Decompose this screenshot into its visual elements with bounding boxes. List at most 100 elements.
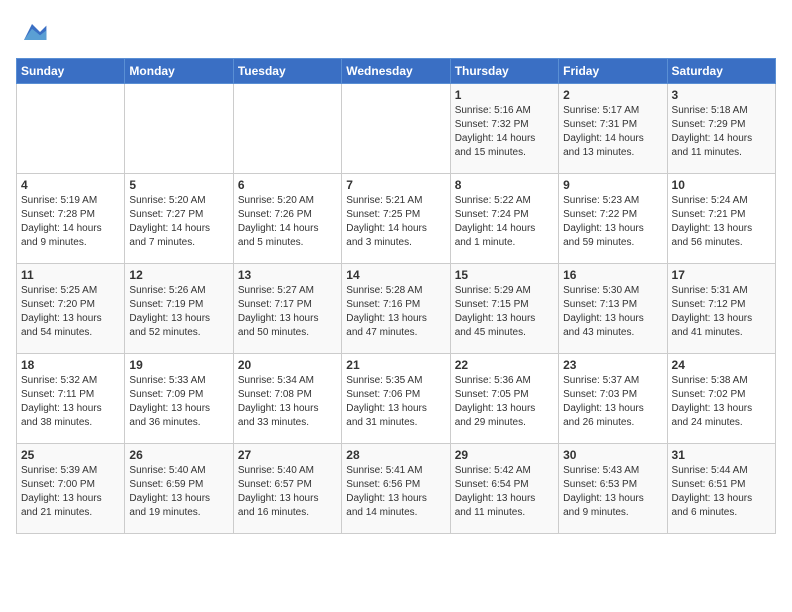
calendar-header: SundayMondayTuesdayWednesdayThursdayFrid… bbox=[17, 59, 776, 84]
day-info: Sunrise: 5:19 AM Sunset: 7:28 PM Dayligh… bbox=[21, 194, 120, 250]
day-cell: 30 Sunrise: 5:43 AM Sunset: 6:53 PM Dayli… bbox=[559, 444, 667, 534]
day-cell bbox=[342, 84, 450, 174]
day-info: Sunrise: 5:30 AM Sunset: 7:13 PM Dayligh… bbox=[563, 284, 662, 340]
day-cell: 1 Sunrise: 5:16 AM Sunset: 7:32 PM Daylig… bbox=[450, 84, 558, 174]
day-cell: 4 Sunrise: 5:19 AM Sunset: 7:28 PM Daylig… bbox=[17, 174, 125, 264]
header-day-saturday: Saturday bbox=[667, 59, 775, 84]
day-cell: 17 Sunrise: 5:31 AM Sunset: 7:12 PM Dayli… bbox=[667, 264, 775, 354]
day-cell: 23 Sunrise: 5:37 AM Sunset: 7:03 PM Dayli… bbox=[559, 354, 667, 444]
day-number: 30 bbox=[563, 448, 662, 462]
day-info: Sunrise: 5:34 AM Sunset: 7:08 PM Dayligh… bbox=[238, 374, 337, 430]
day-info: Sunrise: 5:29 AM Sunset: 7:15 PM Dayligh… bbox=[455, 284, 554, 340]
day-cell: 27 Sunrise: 5:40 AM Sunset: 6:57 PM Dayli… bbox=[233, 444, 341, 534]
day-info: Sunrise: 5:37 AM Sunset: 7:03 PM Dayligh… bbox=[563, 374, 662, 430]
week-row-3: 11 Sunrise: 5:25 AM Sunset: 7:20 PM Dayli… bbox=[17, 264, 776, 354]
day-cell: 15 Sunrise: 5:29 AM Sunset: 7:15 PM Dayli… bbox=[450, 264, 558, 354]
day-number: 10 bbox=[672, 178, 771, 192]
day-cell: 29 Sunrise: 5:42 AM Sunset: 6:54 PM Dayli… bbox=[450, 444, 558, 534]
day-number: 3 bbox=[672, 88, 771, 102]
week-row-2: 4 Sunrise: 5:19 AM Sunset: 7:28 PM Daylig… bbox=[17, 174, 776, 264]
day-number: 11 bbox=[21, 268, 120, 282]
day-number: 5 bbox=[129, 178, 228, 192]
day-number: 22 bbox=[455, 358, 554, 372]
day-cell: 28Sunrise: 5:41 AM Sunset: 6:56 PM Dayli… bbox=[342, 444, 450, 534]
day-number: 21 bbox=[346, 358, 445, 372]
day-cell: 5 Sunrise: 5:20 AM Sunset: 7:27 PM Daylig… bbox=[125, 174, 233, 264]
day-info: Sunrise: 5:31 AM Sunset: 7:12 PM Dayligh… bbox=[672, 284, 771, 340]
day-info: Sunrise: 5:43 AM Sunset: 6:53 PM Dayligh… bbox=[563, 464, 662, 520]
day-cell: 6 Sunrise: 5:20 AM Sunset: 7:26 PM Daylig… bbox=[233, 174, 341, 264]
day-number: 18 bbox=[21, 358, 120, 372]
day-cell: 3 Sunrise: 5:18 AM Sunset: 7:29 PM Daylig… bbox=[667, 84, 775, 174]
header-day-monday: Monday bbox=[125, 59, 233, 84]
day-number: 17 bbox=[672, 268, 771, 282]
day-number: 14 bbox=[346, 268, 445, 282]
day-number: 16 bbox=[563, 268, 662, 282]
day-number: 1 bbox=[455, 88, 554, 102]
day-info: Sunrise: 5:39 AM Sunset: 7:00 PM Dayligh… bbox=[21, 464, 120, 520]
day-cell: 20 Sunrise: 5:34 AM Sunset: 7:08 PM Dayli… bbox=[233, 354, 341, 444]
day-number: 28 bbox=[346, 448, 445, 462]
day-number: 15 bbox=[455, 268, 554, 282]
header-day-wednesday: Wednesday bbox=[342, 59, 450, 84]
day-cell: 26Sunrise: 5:40 AM Sunset: 6:59 PM Dayli… bbox=[125, 444, 233, 534]
day-cell: 2Sunrise: 5:17 AM Sunset: 7:31 PM Daylig… bbox=[559, 84, 667, 174]
day-info: Sunrise: 5:32 AM Sunset: 7:11 PM Dayligh… bbox=[21, 374, 120, 430]
day-cell bbox=[233, 84, 341, 174]
day-cell: 16 Sunrise: 5:30 AM Sunset: 7:13 PM Dayli… bbox=[559, 264, 667, 354]
day-cell: 18 Sunrise: 5:32 AM Sunset: 7:11 PM Dayli… bbox=[17, 354, 125, 444]
day-cell: 25 Sunrise: 5:39 AM Sunset: 7:00 PM Dayli… bbox=[17, 444, 125, 534]
day-number: 9 bbox=[563, 178, 662, 192]
day-info: Sunrise: 5:28 AM Sunset: 7:16 PM Dayligh… bbox=[346, 284, 445, 340]
day-cell bbox=[125, 84, 233, 174]
day-info: Sunrise: 5:36 AM Sunset: 7:05 PM Dayligh… bbox=[455, 374, 554, 430]
day-info: Sunrise: 5:25 AM Sunset: 7:20 PM Dayligh… bbox=[21, 284, 120, 340]
day-number: 31 bbox=[672, 448, 771, 462]
day-number: 23 bbox=[563, 358, 662, 372]
day-cell: 21Sunrise: 5:35 AM Sunset: 7:06 PM Dayli… bbox=[342, 354, 450, 444]
day-cell: 10 Sunrise: 5:24 AM Sunset: 7:21 PM Dayli… bbox=[667, 174, 775, 264]
day-info: Sunrise: 5:27 AM Sunset: 7:17 PM Dayligh… bbox=[238, 284, 337, 340]
day-cell: 24 Sunrise: 5:38 AM Sunset: 7:02 PM Dayli… bbox=[667, 354, 775, 444]
day-number: 12 bbox=[129, 268, 228, 282]
day-cell: 11 Sunrise: 5:25 AM Sunset: 7:20 PM Dayli… bbox=[17, 264, 125, 354]
day-number: 24 bbox=[672, 358, 771, 372]
day-number: 19 bbox=[129, 358, 228, 372]
calendar-body: 1 Sunrise: 5:16 AM Sunset: 7:32 PM Daylig… bbox=[17, 84, 776, 534]
day-cell bbox=[17, 84, 125, 174]
day-number: 2 bbox=[563, 88, 662, 102]
week-row-5: 25 Sunrise: 5:39 AM Sunset: 7:00 PM Dayli… bbox=[17, 444, 776, 534]
day-info: Sunrise: 5:38 AM Sunset: 7:02 PM Dayligh… bbox=[672, 374, 771, 430]
day-info: Sunrise: 5:18 AM Sunset: 7:29 PM Dayligh… bbox=[672, 104, 771, 160]
day-number: 7 bbox=[346, 178, 445, 192]
day-number: 13 bbox=[238, 268, 337, 282]
header-day-tuesday: Tuesday bbox=[233, 59, 341, 84]
day-info: Sunrise: 5:20 AM Sunset: 7:26 PM Dayligh… bbox=[238, 194, 337, 250]
day-info: Sunrise: 5:20 AM Sunset: 7:27 PM Dayligh… bbox=[129, 194, 228, 250]
day-info: Sunrise: 5:42 AM Sunset: 6:54 PM Dayligh… bbox=[455, 464, 554, 520]
day-cell: 19Sunrise: 5:33 AM Sunset: 7:09 PM Dayli… bbox=[125, 354, 233, 444]
day-info: Sunrise: 5:40 AM Sunset: 6:57 PM Dayligh… bbox=[238, 464, 337, 520]
day-info: Sunrise: 5:23 AM Sunset: 7:22 PM Dayligh… bbox=[563, 194, 662, 250]
header-day-friday: Friday bbox=[559, 59, 667, 84]
day-cell: 13 Sunrise: 5:27 AM Sunset: 7:17 PM Dayli… bbox=[233, 264, 341, 354]
header-day-thursday: Thursday bbox=[450, 59, 558, 84]
day-number: 4 bbox=[21, 178, 120, 192]
day-info: Sunrise: 5:44 AM Sunset: 6:51 PM Dayligh… bbox=[672, 464, 771, 520]
day-info: Sunrise: 5:21 AM Sunset: 7:25 PM Dayligh… bbox=[346, 194, 445, 250]
day-number: 6 bbox=[238, 178, 337, 192]
day-cell: 12 Sunrise: 5:26 AM Sunset: 7:19 PM Dayli… bbox=[125, 264, 233, 354]
day-number: 27 bbox=[238, 448, 337, 462]
day-number: 29 bbox=[455, 448, 554, 462]
day-cell: 14 Sunrise: 5:28 AM Sunset: 7:16 PM Dayli… bbox=[342, 264, 450, 354]
day-number: 26 bbox=[129, 448, 228, 462]
day-number: 20 bbox=[238, 358, 337, 372]
day-info: Sunrise: 5:26 AM Sunset: 7:19 PM Dayligh… bbox=[129, 284, 228, 340]
day-cell: 9 Sunrise: 5:23 AM Sunset: 7:22 PM Daylig… bbox=[559, 174, 667, 264]
day-info: Sunrise: 5:22 AM Sunset: 7:24 PM Dayligh… bbox=[455, 194, 554, 250]
day-info: Sunrise: 5:16 AM Sunset: 7:32 PM Dayligh… bbox=[455, 104, 554, 160]
week-row-4: 18 Sunrise: 5:32 AM Sunset: 7:11 PM Dayli… bbox=[17, 354, 776, 444]
day-info: Sunrise: 5:24 AM Sunset: 7:21 PM Dayligh… bbox=[672, 194, 771, 250]
day-number: 25 bbox=[21, 448, 120, 462]
day-cell: 31 Sunrise: 5:44 AM Sunset: 6:51 PM Dayli… bbox=[667, 444, 775, 534]
